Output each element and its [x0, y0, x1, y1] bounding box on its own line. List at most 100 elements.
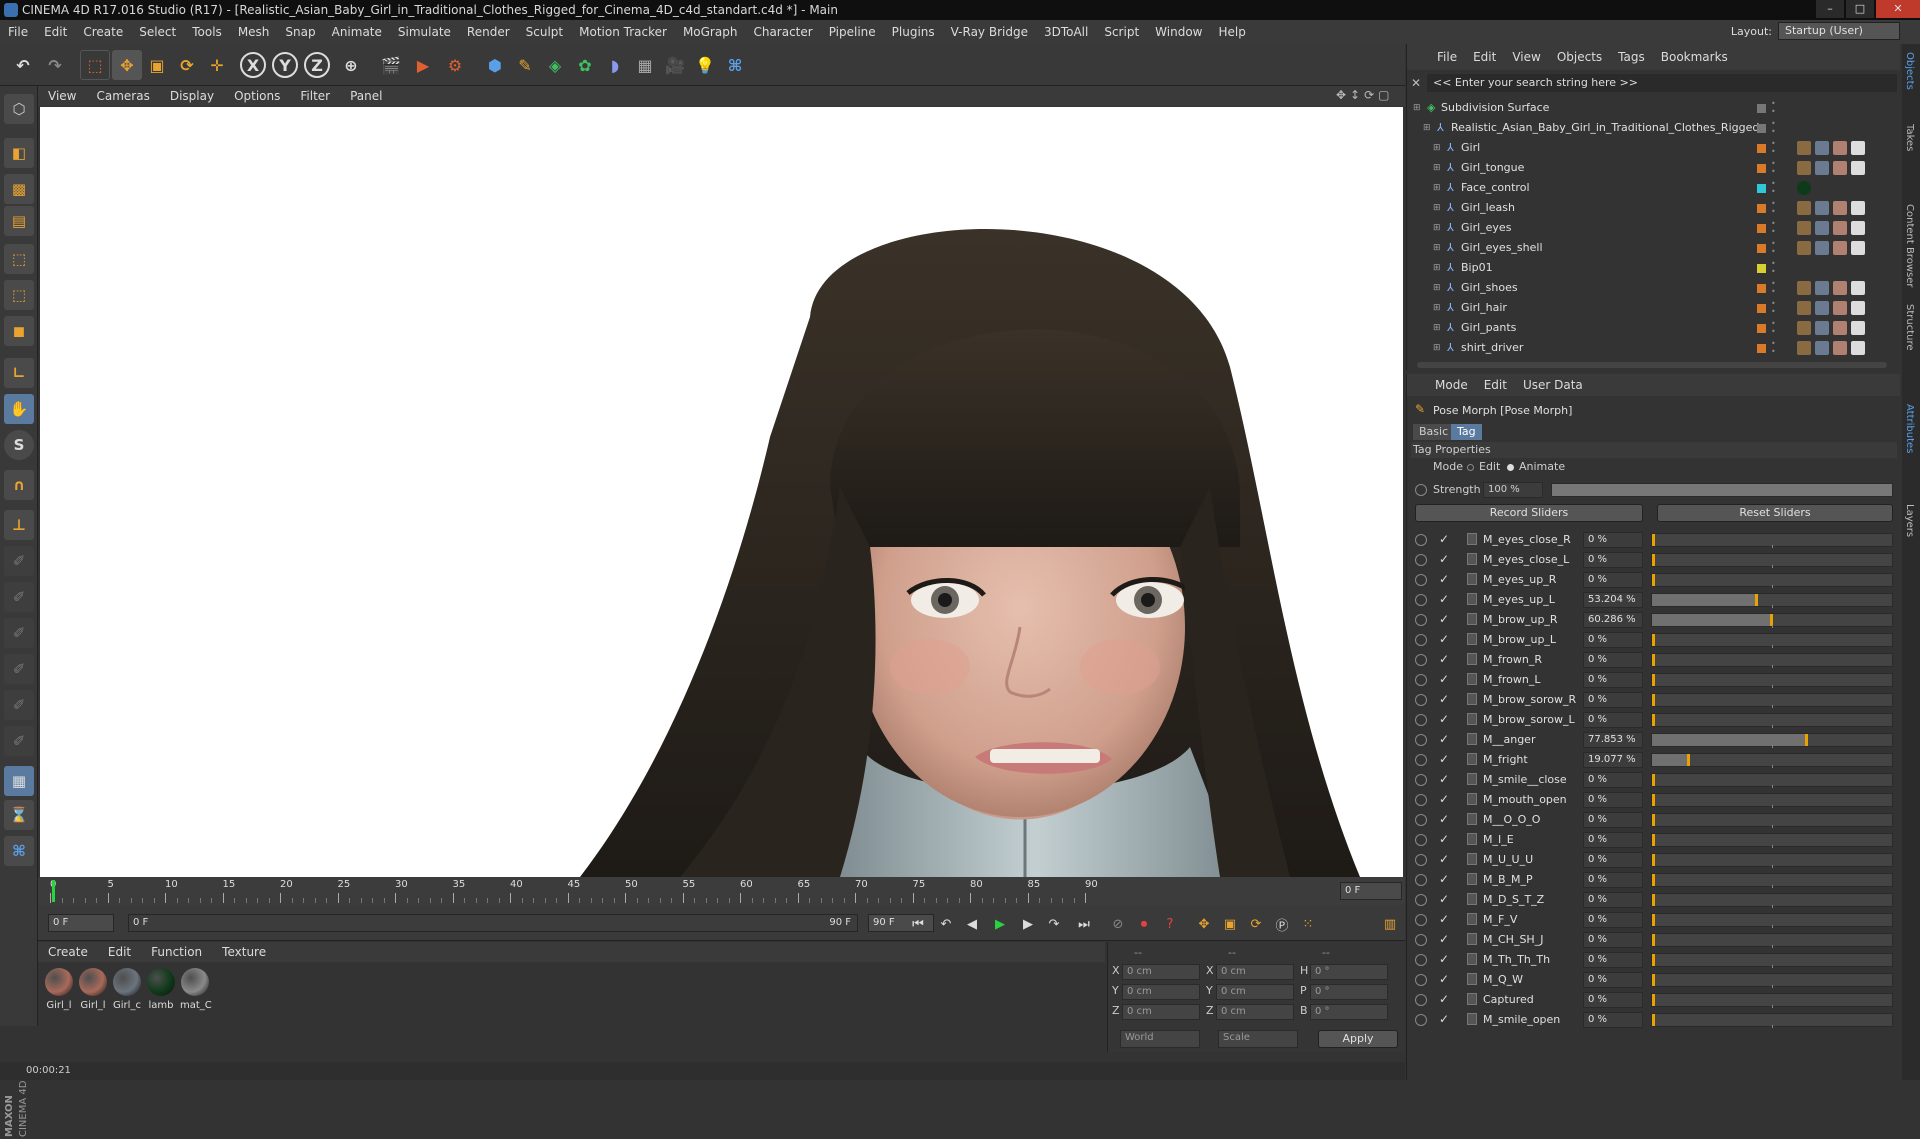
morph-slider-value-field[interactable]: 53.204 %: [1583, 592, 1643, 608]
visibility-dots-icon[interactable]: • •: [1771, 220, 1776, 236]
morph-slider-value-field[interactable]: 0 %: [1583, 892, 1643, 908]
morph-enable-checkbox[interactable]: ✓: [1439, 1012, 1449, 1026]
animate-keyframe-icon[interactable]: [1415, 914, 1427, 926]
morph-slider-track[interactable]: [1651, 993, 1893, 1008]
visibility-dots-icon[interactable]: • •: [1771, 140, 1776, 156]
object-tag-icon[interactable]: [1833, 221, 1847, 235]
object-tag-icon[interactable]: [1797, 181, 1811, 195]
reset-sliders-button[interactable]: Reset Sliders: [1657, 504, 1893, 522]
visibility-dots-icon[interactable]: • •: [1771, 120, 1776, 136]
object-menu-objects[interactable]: Objects: [1549, 50, 1610, 64]
timeline-tool-icon[interactable]: ⌛: [4, 800, 34, 830]
morph-slider-track[interactable]: [1651, 833, 1893, 848]
morph-enable-checkbox[interactable]: ✓: [1439, 572, 1449, 586]
morph-slider-track[interactable]: [1651, 933, 1893, 948]
object-menu-view[interactable]: View: [1504, 50, 1548, 64]
object-row[interactable]: ⊞ ⅄ Girl_tongue • •: [1407, 158, 1887, 178]
menu-motion-tracker[interactable]: Motion Tracker: [571, 25, 675, 39]
object-tag-icon[interactable]: [1815, 161, 1829, 175]
material-menu-texture[interactable]: Texture: [212, 945, 276, 959]
coord-value-field[interactable]: 0 °: [1310, 964, 1388, 980]
maximize-button[interactable]: □: [1846, 0, 1874, 18]
morph-enable-checkbox[interactable]: ✓: [1439, 732, 1449, 746]
array-generator-icon[interactable]: ✿: [570, 50, 600, 80]
workplane-icon[interactable]: ⊥: [4, 510, 34, 540]
animate-keyframe-icon[interactable]: [1415, 794, 1427, 806]
y-axis-lock-button[interactable]: Y: [272, 52, 298, 78]
brush-tool-2-icon[interactable]: ✐: [4, 582, 34, 612]
morph-slider-value-field[interactable]: 0 %: [1583, 572, 1643, 588]
expand-toggle-icon[interactable]: ⊞: [1433, 138, 1441, 158]
brush-tool-5-icon[interactable]: ✐: [4, 690, 34, 720]
morph-enable-checkbox[interactable]: ✓: [1439, 912, 1449, 926]
object-menu-edit[interactable]: Edit: [1465, 50, 1504, 64]
morph-slider-value-field[interactable]: 19.077 %: [1583, 752, 1643, 768]
solo-mode-icon[interactable]: S: [4, 430, 34, 460]
morph-slider-value-field[interactable]: 0 %: [1583, 832, 1643, 848]
transform-tool-icon[interactable]: ✛: [202, 50, 232, 80]
morph-enable-checkbox[interactable]: ✓: [1439, 992, 1449, 1006]
morph-slider-track[interactable]: [1651, 813, 1893, 828]
menu-tools[interactable]: Tools: [184, 25, 230, 39]
object-tag-icon[interactable]: [1815, 221, 1829, 235]
apply-button[interactable]: Apply: [1318, 1030, 1398, 1048]
animate-keyframe-icon[interactable]: [1415, 554, 1427, 566]
object-tag-icon[interactable]: [1851, 241, 1865, 255]
object-menu-bookmarks[interactable]: Bookmarks: [1653, 50, 1736, 64]
morph-slider-track[interactable]: [1651, 713, 1893, 728]
morph-enable-checkbox[interactable]: ✓: [1439, 692, 1449, 706]
current-frame-field[interactable]: 0 F: [1340, 882, 1402, 900]
morph-enable-checkbox[interactable]: ✓: [1439, 532, 1449, 546]
next-frame-icon[interactable]: ▶: [1016, 912, 1040, 936]
object-tag-icon[interactable]: [1815, 321, 1829, 335]
material-menu-function[interactable]: Function: [141, 945, 212, 959]
coord-value-field[interactable]: 0 cm: [1122, 964, 1200, 980]
go-to-start-icon[interactable]: ⏮: [906, 912, 930, 936]
morph-slider-value-field[interactable]: 0 %: [1583, 632, 1643, 648]
side-tab-content-browser[interactable]: Content Browser: [1904, 204, 1915, 287]
object-tag-icon[interactable]: [1851, 321, 1865, 335]
animate-keyframe-icon[interactable]: [1415, 614, 1427, 626]
object-tag-icon[interactable]: [1851, 221, 1865, 235]
render-picture-viewer-icon[interactable]: ▶: [408, 50, 438, 80]
morph-enable-checkbox[interactable]: ✓: [1439, 872, 1449, 886]
animate-keyframe-icon[interactable]: [1415, 594, 1427, 606]
coord-value-field[interactable]: 0 cm: [1122, 984, 1200, 1000]
object-tag-icon[interactable]: [1815, 341, 1829, 355]
morph-enable-checkbox[interactable]: ✓: [1439, 772, 1449, 786]
python-icon[interactable]: ⌘: [4, 836, 34, 866]
object-tag-icon[interactable]: [1833, 321, 1847, 335]
object-tag-icon[interactable]: [1833, 301, 1847, 315]
morph-slider-track[interactable]: [1651, 973, 1893, 988]
attribute-menu-user-data[interactable]: User Data: [1515, 378, 1591, 392]
object-tag-icon[interactable]: [1797, 321, 1811, 335]
material-swatch[interactable]: lamb: [146, 968, 176, 1016]
object-tag-icon[interactable]: [1797, 301, 1811, 315]
deformer-icon[interactable]: ◗: [600, 50, 630, 80]
object-tag-icon[interactable]: [1797, 221, 1811, 235]
subdivision-generator-icon[interactable]: ◈: [540, 50, 570, 80]
morph-slider-value-field[interactable]: 0 %: [1583, 692, 1643, 708]
search-close-icon[interactable]: ✕: [1411, 76, 1421, 90]
animate-keyframe-icon[interactable]: [1415, 714, 1427, 726]
menu-mograph[interactable]: MoGraph: [675, 25, 746, 39]
morph-slider-track[interactable]: [1651, 913, 1893, 928]
object-menu-tags[interactable]: Tags: [1610, 50, 1653, 64]
object-row[interactable]: ⊞ ⅄ Girl_hair • •: [1407, 298, 1887, 318]
timeline-layout-icon[interactable]: ▥: [1378, 912, 1402, 936]
morph-slider-value-field[interactable]: 0 %: [1583, 552, 1643, 568]
brush-tool-6-icon[interactable]: ✐: [4, 726, 34, 756]
object-row[interactable]: ⊞ ⅄ Realistic_Asian_Baby_Girl_in_Tradition…: [1407, 118, 1887, 138]
key-parameter-icon[interactable]: Ⓟ: [1270, 912, 1294, 936]
strength-value[interactable]: 100 %: [1483, 482, 1543, 498]
render-view-icon[interactable]: 🎬: [376, 50, 406, 80]
tweak-mode-icon[interactable]: ✋: [4, 394, 34, 424]
morph-slider-track[interactable]: [1651, 593, 1893, 608]
animate-keyframe-icon[interactable]: [1415, 734, 1427, 746]
playhead-marker[interactable]: [52, 880, 55, 902]
python-script-icon[interactable]: ⌘: [720, 50, 750, 80]
animate-keyframe-icon[interactable]: [1415, 754, 1427, 766]
coord-value-field[interactable]: 0 °: [1310, 984, 1388, 1000]
strength-slider[interactable]: [1551, 483, 1893, 497]
menu-3dtoall[interactable]: 3DToAll: [1036, 25, 1096, 39]
